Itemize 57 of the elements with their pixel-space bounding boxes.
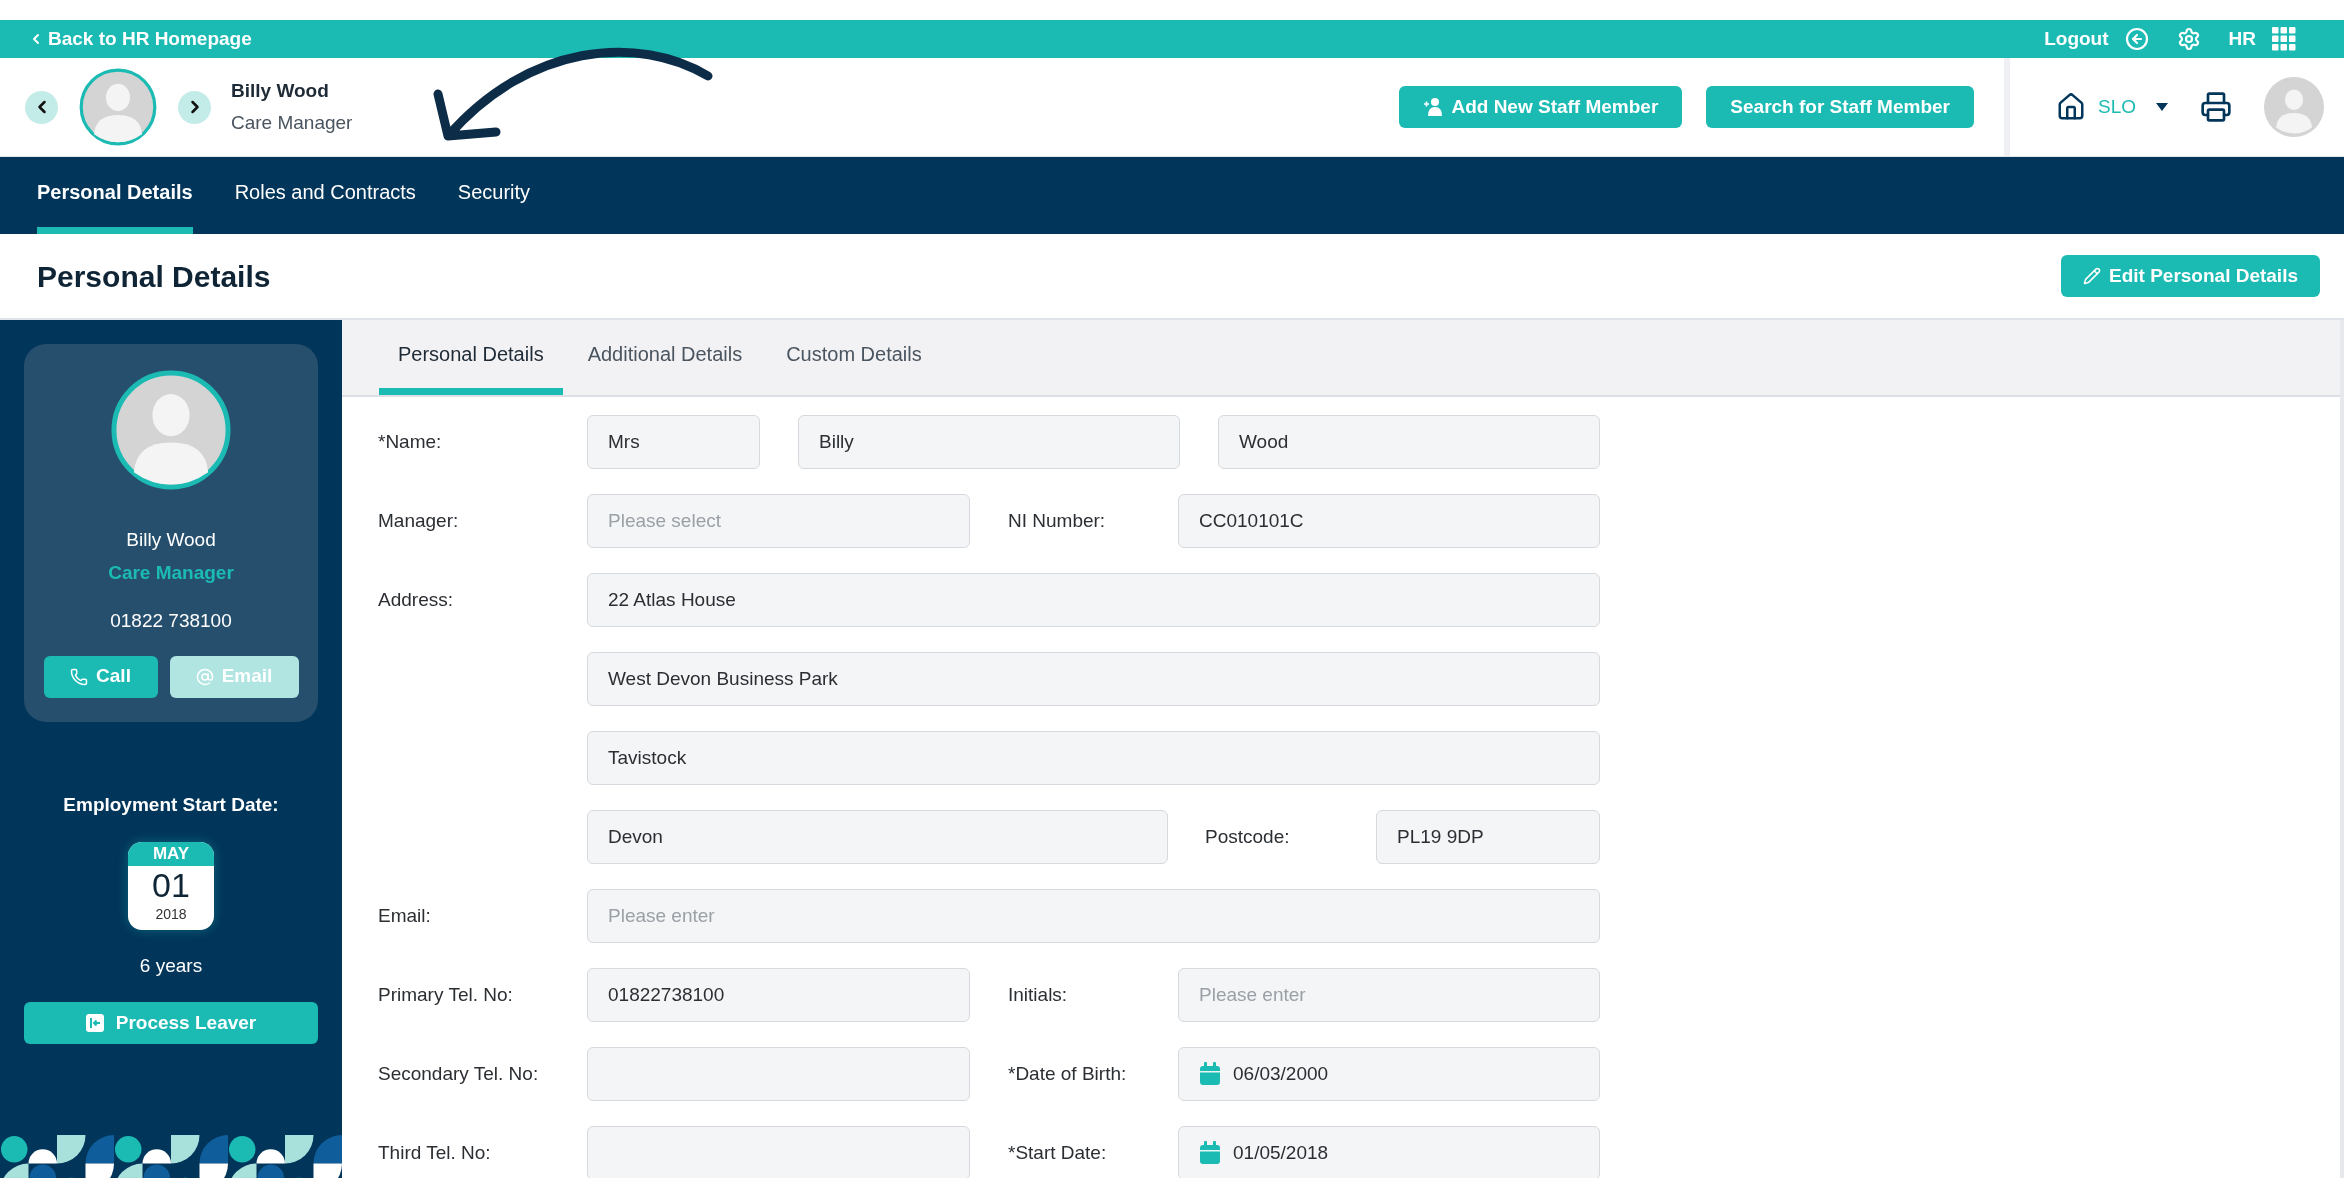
- input-field[interactable]: Devon: [587, 810, 1168, 864]
- input-field[interactable]: Billy: [798, 415, 1180, 469]
- calendar-day: 01: [152, 865, 190, 904]
- pencil-icon: [2083, 267, 2101, 285]
- dropdown-caret-icon[interactable]: [2156, 103, 2168, 111]
- profile-name: Billy Wood: [126, 528, 216, 552]
- field-label: Address:: [378, 588, 453, 610]
- print-icon[interactable]: [2200, 91, 2232, 123]
- employment-duration: 6 years: [139, 953, 203, 978]
- date-field[interactable]: 01/05/2018: [1178, 1126, 1600, 1178]
- calendar-icon: [1199, 1141, 1221, 1165]
- nav-tab[interactable]: Roles and Contracts: [234, 157, 416, 234]
- field-label: Manager:: [378, 509, 459, 531]
- field-label: Email:: [378, 904, 431, 926]
- user-avatar-silhouette: [2264, 77, 2324, 137]
- sub-tab[interactable]: Custom Details: [767, 320, 941, 395]
- field-label: Initials:: [1008, 983, 1068, 1005]
- input-field[interactable]: PL19 9DP: [1376, 810, 1600, 864]
- field-label: NI Number:: [1008, 509, 1106, 531]
- exit-icon: [85, 1014, 104, 1032]
- employment-heading: Employment Start Date:: [63, 793, 279, 817]
- previous-button[interactable]: [25, 90, 58, 124]
- field-label: Primary Tel. No:: [378, 983, 513, 1005]
- date-field[interactable]: 06/03/2000: [1178, 1047, 1600, 1101]
- profile-role: Care Manager: [108, 560, 234, 585]
- input-field[interactable]: 01822738100: [587, 968, 970, 1022]
- app-label: HR: [2228, 26, 2256, 51]
- field-label: Postcode:: [1205, 825, 1290, 847]
- input-field[interactable]: [587, 1126, 970, 1178]
- calendar-month: MAY: [128, 841, 214, 866]
- calendar-year: 2018: [155, 904, 187, 924]
- next-button[interactable]: [178, 90, 211, 124]
- sub-tab[interactable]: Additional Details: [568, 320, 762, 395]
- input-field[interactable]: CC010101C: [1178, 494, 1600, 548]
- input-field[interactable]: [587, 1047, 970, 1101]
- add-person-icon: [1423, 97, 1444, 117]
- employee-role: Care Manager: [231, 111, 353, 135]
- nav-tab[interactable]: Security: [457, 157, 531, 234]
- employee-name: Billy Wood: [231, 78, 330, 103]
- input-field[interactable]: Wood: [1218, 415, 1600, 469]
- field-label: Secondary Tel. No:: [378, 1062, 539, 1084]
- input-field[interactable]: Mrs: [587, 415, 760, 469]
- page-title: Personal Details: [37, 258, 271, 295]
- field-label: *Name:: [378, 430, 442, 452]
- field-label: Third Tel. No:: [378, 1141, 491, 1163]
- input-field[interactable]: Tavistock: [587, 731, 1600, 785]
- calendar-icon: [1199, 1062, 1221, 1086]
- input-field[interactable]: 22 Atlas House: [587, 573, 1600, 627]
- field-label: *Date of Birth:: [1008, 1062, 1127, 1084]
- home-icon[interactable]: [2055, 92, 2086, 122]
- field-label: *Start Date:: [1008, 1141, 1107, 1163]
- sub-tab[interactable]: Personal Details: [379, 320, 563, 395]
- nav-tab[interactable]: Personal Details: [37, 157, 193, 234]
- at-sign-icon: [195, 667, 214, 686]
- profile-phone: 01822 738100: [110, 609, 232, 633]
- phone-icon: [70, 667, 89, 686]
- input-field[interactable]: West Devon Business Park: [587, 652, 1600, 706]
